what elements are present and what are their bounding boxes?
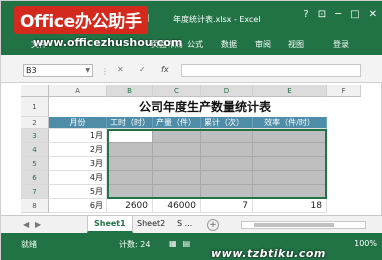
close-button[interactable]: ✕ [369, 9, 377, 20]
document-title: 年度统计表.xlsx - Excel [173, 15, 261, 24]
name-box[interactable]: B3 ▼ [23, 64, 93, 77]
header-count[interactable]: 累计（次） [201, 117, 253, 129]
select-all-corner[interactable] [21, 85, 49, 97]
row-header-7[interactable]: 7 [21, 185, 49, 199]
row-header-3[interactable]: 3 [21, 129, 49, 143]
worksheet-grid[interactable]: A B C D E F 1 2 3 4 5 6 7 8 公司年度生产数量统计表 … [21, 85, 361, 215]
month-cell[interactable]: 4月 [49, 171, 107, 185]
month-cell[interactable]: 6月 [49, 199, 107, 213]
column-header-a[interactable]: A [49, 85, 107, 97]
view-mode-buttons: ▦ ▤ [169, 239, 190, 248]
login-link[interactable]: 登录 [333, 39, 349, 50]
enter-icon[interactable]: ✓ [139, 65, 146, 74]
insert-function-icon[interactable]: fx [161, 65, 169, 74]
row-header-1[interactable]: 1 [21, 97, 49, 117]
normal-view-icon[interactable]: ▦ [169, 239, 177, 248]
header-output[interactable]: 产量（件） [153, 117, 201, 129]
sheet-title[interactable]: 公司年度生产数量统计表 [49, 97, 361, 117]
sheet-tab-bar: ◀ ▶ Sheet1 Sheet2 S ... + [1, 215, 382, 233]
cancel-icon[interactable]: ✕ [117, 65, 124, 74]
sheet-tab-sheet1[interactable]: Sheet1 [87, 216, 133, 233]
column-header-e[interactable]: E [253, 85, 327, 97]
tab-view[interactable]: 视图 [288, 39, 304, 50]
header-month[interactable]: 月份 [49, 117, 107, 129]
horizontal-scrollbar[interactable] [241, 221, 366, 229]
formula-bar-separator: ⋮ [101, 67, 109, 76]
column-header-c[interactable]: C [153, 85, 201, 97]
tab-data[interactable]: 数据 [221, 39, 237, 50]
zoom-level[interactable]: 100% [354, 239, 377, 248]
output-value[interactable]: 46000 [153, 199, 201, 213]
watermark-url: www.officezhushou.com [33, 36, 183, 49]
help-button[interactable]: ? [303, 9, 308, 20]
sheet-nav-left-icon[interactable]: ◀ [23, 220, 29, 229]
row-header-2[interactable]: 2 [21, 117, 49, 129]
formula-bar: B3 ▼ ⋮ ✕ ✓ fx [1, 55, 382, 83]
status-count: 计数: 24 [119, 240, 151, 249]
sheet-tab-sheet2[interactable]: Sheet2 [131, 216, 171, 233]
column-header-d[interactable]: D [201, 85, 253, 97]
row-header-5[interactable]: 5 [21, 157, 49, 171]
column-header-f[interactable]: F [327, 85, 361, 97]
watermark-url-bottom: www.tzbtiku.com [211, 247, 326, 260]
ribbon-display-button[interactable]: ⊡ [318, 9, 326, 20]
month-cell[interactable]: 3月 [49, 157, 107, 171]
month-cell[interactable]: 1月 [49, 129, 107, 143]
chevron-down-icon[interactable]: ▼ [85, 65, 90, 76]
page-layout-view-icon[interactable]: ▤ [183, 239, 191, 248]
sheet-tab-more[interactable]: S ... [171, 216, 198, 233]
status-bar: 就绪 计数: 24 ▦ ▤ www.tzbtiku.com 100% [1, 233, 382, 260]
add-sheet-button[interactable]: + [207, 219, 219, 231]
name-box-value: B3 [26, 66, 37, 75]
header-efficiency[interactable]: 效率（件/时） [253, 117, 327, 129]
excel-window: 年度统计表.xlsx - Excel ? ⊡ ─ □ ✕ 文件 页面布局 公式 … [0, 0, 382, 260]
row-header-4[interactable]: 4 [21, 143, 49, 157]
window-controls: ? ⊡ ─ □ ✕ [303, 9, 377, 20]
scrollbar-thumb[interactable] [254, 223, 334, 227]
hours-value[interactable]: 2600 [107, 199, 153, 213]
formula-input[interactable] [181, 64, 361, 77]
tab-formulas[interactable]: 公式 [187, 39, 203, 50]
month-cell[interactable]: 5月 [49, 185, 107, 199]
minimize-button[interactable]: ─ [335, 9, 341, 20]
header-hours[interactable]: 工时（时） [107, 117, 153, 129]
row-header-6[interactable]: 6 [21, 171, 49, 185]
efficiency-value[interactable]: 18 [253, 199, 327, 213]
tab-review[interactable]: 审阅 [255, 39, 271, 50]
selection-outline [107, 129, 327, 199]
column-header-b[interactable]: B [107, 85, 153, 97]
status-ready: 就绪 [21, 240, 37, 249]
row-header-8[interactable]: 8 [21, 199, 49, 213]
sheet-nav-right-icon[interactable]: ▶ [35, 220, 41, 229]
maximize-button[interactable]: □ [350, 9, 359, 20]
watermark-logo: Office办公助手 [14, 6, 148, 34]
month-cell[interactable]: 2月 [49, 143, 107, 157]
count-value[interactable]: 7 [201, 199, 253, 213]
